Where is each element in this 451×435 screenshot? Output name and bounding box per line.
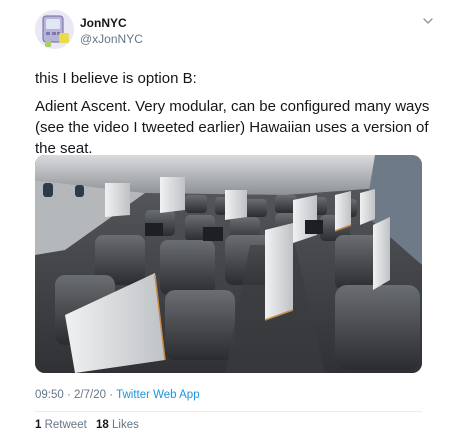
retweet-stat[interactable]: 1 Retweet [35,419,87,431]
tweet-time[interactable]: 09:50 [35,389,64,401]
retweet-label: Retweet [44,419,87,431]
tweet-source-app[interactable]: Twitter Web App [116,389,200,401]
like-stat[interactable]: 18 Likes [96,419,139,431]
tweet-header: JonNYC @xJonNYC [35,10,435,52]
handle[interactable]: @xJonNYC [80,32,143,46]
tweet-text-line-2: Adient Ascent. Very modular, can be conf… [35,98,430,157]
avatar[interactable] [35,10,74,49]
tweet-card: JonNYC @xJonNYC this I believe is option… [0,0,451,435]
tweet-meta: 09:50 · 2/7/20 · Twitter Web App [35,389,200,401]
meta-separator: · [66,389,71,401]
divider [35,411,422,412]
chevron-down-icon[interactable] [421,14,435,28]
author-names: JonNYC @xJonNYC [80,16,143,46]
tweet-text-line-1: this I believe is option B: [35,70,197,87]
tweet-date[interactable]: 2/7/20 [74,389,106,401]
like-label: Likes [112,419,139,431]
meta-separator: · [109,389,114,401]
like-count: 18 [96,419,109,431]
cabin-seats-image [35,155,422,373]
tweet-image[interactable] [35,155,422,373]
display-name[interactable]: JonNYC [80,16,143,30]
tweet-stats: 1 Retweet 18 Likes [35,419,139,431]
retweet-count: 1 [35,419,42,431]
robot-avatar-icon [35,10,74,49]
